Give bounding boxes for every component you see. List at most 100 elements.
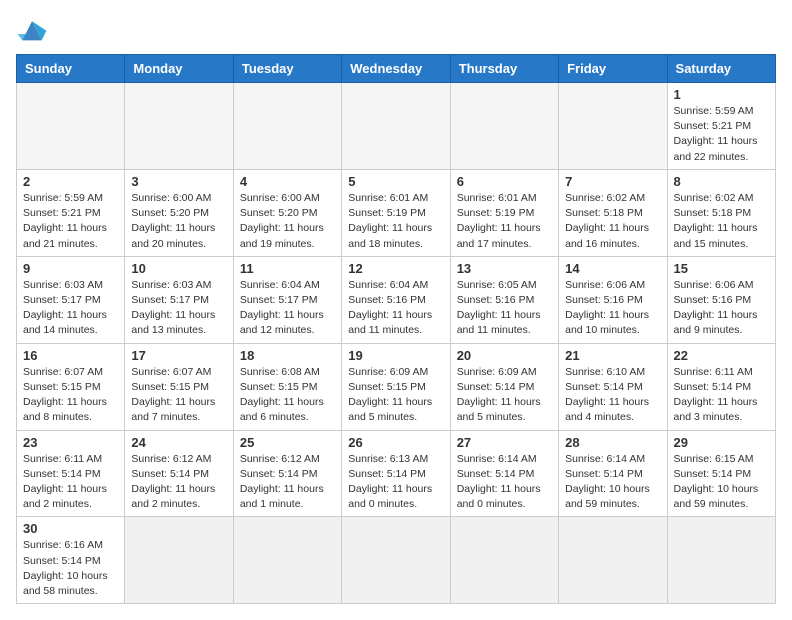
day-info: Sunrise: 6:06 AM Sunset: 5:16 PM Dayligh…: [674, 278, 769, 339]
weekday-header-saturday: Saturday: [667, 55, 775, 83]
calendar-cell: 17 Sunrise: 6:07 AM Sunset: 5:15 PM Dayli…: [125, 343, 233, 430]
calendar-cell: 9 Sunrise: 6:03 AM Sunset: 5:17 PM Daylig…: [17, 256, 125, 343]
day-number: 22: [674, 348, 769, 363]
calendar-cell: 6 Sunrise: 6:01 AM Sunset: 5:19 PM Daylig…: [450, 169, 558, 256]
day-info: Sunrise: 6:02 AM Sunset: 5:18 PM Dayligh…: [565, 191, 660, 252]
weekday-header-wednesday: Wednesday: [342, 55, 450, 83]
day-info: Sunrise: 6:02 AM Sunset: 5:18 PM Dayligh…: [674, 191, 769, 252]
calendar-cell: 8 Sunrise: 6:02 AM Sunset: 5:18 PM Daylig…: [667, 169, 775, 256]
calendar-cell: 19 Sunrise: 6:09 AM Sunset: 5:15 PM Dayli…: [342, 343, 450, 430]
calendar-cell: [342, 83, 450, 170]
day-info: Sunrise: 6:14 AM Sunset: 5:14 PM Dayligh…: [565, 452, 660, 513]
day-number: 10: [131, 261, 226, 276]
day-info: Sunrise: 5:59 AM Sunset: 5:21 PM Dayligh…: [23, 191, 118, 252]
calendar-cell: [450, 83, 558, 170]
day-info: Sunrise: 6:11 AM Sunset: 5:14 PM Dayligh…: [674, 365, 769, 426]
day-number: 25: [240, 435, 335, 450]
day-number: 11: [240, 261, 335, 276]
calendar-cell: 24 Sunrise: 6:12 AM Sunset: 5:14 PM Dayli…: [125, 430, 233, 517]
calendar-cell: 14 Sunrise: 6:06 AM Sunset: 5:16 PM Dayli…: [559, 256, 667, 343]
day-info: Sunrise: 6:06 AM Sunset: 5:16 PM Dayligh…: [565, 278, 660, 339]
calendar-cell: 10 Sunrise: 6:03 AM Sunset: 5:17 PM Dayli…: [125, 256, 233, 343]
day-number: 27: [457, 435, 552, 450]
day-number: 19: [348, 348, 443, 363]
calendar-cell: 26 Sunrise: 6:13 AM Sunset: 5:14 PM Dayli…: [342, 430, 450, 517]
calendar-cell: [233, 83, 341, 170]
day-info: Sunrise: 6:09 AM Sunset: 5:14 PM Dayligh…: [457, 365, 552, 426]
calendar-cell: [233, 517, 341, 604]
day-number: 3: [131, 174, 226, 189]
calendar-cell: 28 Sunrise: 6:14 AM Sunset: 5:14 PM Dayli…: [559, 430, 667, 517]
day-info: Sunrise: 6:14 AM Sunset: 5:14 PM Dayligh…: [457, 452, 552, 513]
day-info: Sunrise: 6:13 AM Sunset: 5:14 PM Dayligh…: [348, 452, 443, 513]
page-header: [16, 16, 776, 44]
day-number: 26: [348, 435, 443, 450]
day-number: 24: [131, 435, 226, 450]
weekday-header-thursday: Thursday: [450, 55, 558, 83]
day-number: 28: [565, 435, 660, 450]
day-number: 6: [457, 174, 552, 189]
day-info: Sunrise: 6:05 AM Sunset: 5:16 PM Dayligh…: [457, 278, 552, 339]
weekday-header-sunday: Sunday: [17, 55, 125, 83]
day-info: Sunrise: 6:11 AM Sunset: 5:14 PM Dayligh…: [23, 452, 118, 513]
day-info: Sunrise: 6:07 AM Sunset: 5:15 PM Dayligh…: [131, 365, 226, 426]
day-number: 9: [23, 261, 118, 276]
calendar-cell: 23 Sunrise: 6:11 AM Sunset: 5:14 PM Dayli…: [17, 430, 125, 517]
day-info: Sunrise: 6:12 AM Sunset: 5:14 PM Dayligh…: [240, 452, 335, 513]
day-info: Sunrise: 6:08 AM Sunset: 5:15 PM Dayligh…: [240, 365, 335, 426]
weekday-header-tuesday: Tuesday: [233, 55, 341, 83]
calendar-cell: 18 Sunrise: 6:08 AM Sunset: 5:15 PM Dayli…: [233, 343, 341, 430]
calendar-cell: 15Sunrise: 6:06 AM Sunset: 5:16 PM Dayli…: [667, 256, 775, 343]
week-row-6: 30Sunrise: 6:16 AM Sunset: 5:14 PM Dayli…: [17, 517, 776, 604]
calendar-cell: [559, 517, 667, 604]
day-info: Sunrise: 6:03 AM Sunset: 5:17 PM Dayligh…: [131, 278, 226, 339]
calendar-body: 1 Sunrise: 5:59 AM Sunset: 5:21 PM Daylig…: [17, 83, 776, 604]
calendar-cell: 12Sunrise: 6:04 AM Sunset: 5:16 PM Dayli…: [342, 256, 450, 343]
calendar-cell: 25 Sunrise: 6:12 AM Sunset: 5:14 PM Dayli…: [233, 430, 341, 517]
day-number: 5: [348, 174, 443, 189]
day-number: 8: [674, 174, 769, 189]
calendar-cell: 5 Sunrise: 6:01 AM Sunset: 5:19 PM Daylig…: [342, 169, 450, 256]
calendar-cell: 3Sunrise: 6:00 AM Sunset: 5:20 PM Daylig…: [125, 169, 233, 256]
day-number: 1: [674, 87, 769, 102]
calendar-cell: 1Sunrise: 5:59 AM Sunset: 5:21 PM Daylig…: [667, 83, 775, 170]
calendar-cell: [125, 83, 233, 170]
logo: [16, 16, 52, 44]
day-number: 17: [131, 348, 226, 363]
week-row-1: 1Sunrise: 5:59 AM Sunset: 5:21 PM Daylig…: [17, 83, 776, 170]
day-info: Sunrise: 6:09 AM Sunset: 5:15 PM Dayligh…: [348, 365, 443, 426]
weekday-header-friday: Friday: [559, 55, 667, 83]
day-info: Sunrise: 6:03 AM Sunset: 5:17 PM Dayligh…: [23, 278, 118, 339]
day-info: Sunrise: 6:15 AM Sunset: 5:14 PM Dayligh…: [674, 452, 769, 513]
day-info: Sunrise: 6:01 AM Sunset: 5:19 PM Dayligh…: [348, 191, 443, 252]
weekday-header-row: SundayMondayTuesdayWednesdayThursdayFrid…: [17, 55, 776, 83]
day-number: 21: [565, 348, 660, 363]
calendar-cell: 2Sunrise: 5:59 AM Sunset: 5:21 PM Daylig…: [17, 169, 125, 256]
calendar-cell: [125, 517, 233, 604]
calendar-cell: 30Sunrise: 6:16 AM Sunset: 5:14 PM Dayli…: [17, 517, 125, 604]
day-number: 18: [240, 348, 335, 363]
calendar-cell: 27 Sunrise: 6:14 AM Sunset: 5:14 PM Dayli…: [450, 430, 558, 517]
day-number: 4: [240, 174, 335, 189]
calendar-cell: [450, 517, 558, 604]
day-number: 23: [23, 435, 118, 450]
day-number: 20: [457, 348, 552, 363]
day-info: Sunrise: 6:12 AM Sunset: 5:14 PM Dayligh…: [131, 452, 226, 513]
week-row-3: 9 Sunrise: 6:03 AM Sunset: 5:17 PM Daylig…: [17, 256, 776, 343]
calendar-cell: 20 Sunrise: 6:09 AM Sunset: 5:14 PM Dayli…: [450, 343, 558, 430]
day-info: Sunrise: 6:04 AM Sunset: 5:16 PM Dayligh…: [348, 278, 443, 339]
logo-icon: [16, 16, 48, 44]
calendar-cell: [667, 517, 775, 604]
calendar-cell: 21Sunrise: 6:10 AM Sunset: 5:14 PM Dayli…: [559, 343, 667, 430]
day-info: Sunrise: 6:16 AM Sunset: 5:14 PM Dayligh…: [23, 538, 118, 599]
week-row-2: 2Sunrise: 5:59 AM Sunset: 5:21 PM Daylig…: [17, 169, 776, 256]
calendar-cell: 13Sunrise: 6:05 AM Sunset: 5:16 PM Dayli…: [450, 256, 558, 343]
week-row-5: 23 Sunrise: 6:11 AM Sunset: 5:14 PM Dayli…: [17, 430, 776, 517]
day-number: 14: [565, 261, 660, 276]
calendar-cell: 29Sunrise: 6:15 AM Sunset: 5:14 PM Dayli…: [667, 430, 775, 517]
weekday-header-monday: Monday: [125, 55, 233, 83]
day-info: Sunrise: 6:01 AM Sunset: 5:19 PM Dayligh…: [457, 191, 552, 252]
calendar-cell: [559, 83, 667, 170]
calendar-cell: 11Sunrise: 6:04 AM Sunset: 5:17 PM Dayli…: [233, 256, 341, 343]
day-number: 16: [23, 348, 118, 363]
